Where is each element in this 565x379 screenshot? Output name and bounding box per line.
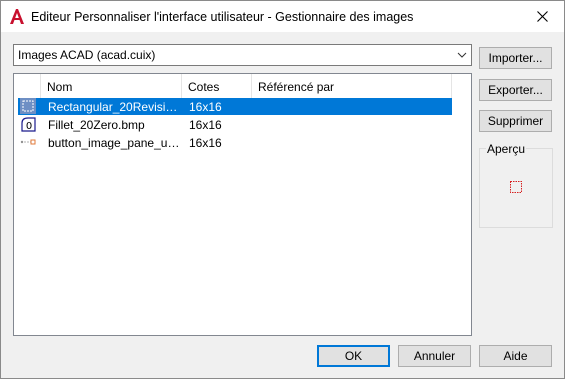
image-size: 16x16: [189, 136, 222, 150]
revision-cloud-icon: [510, 181, 522, 193]
image-name: Rectangular_20Revision...: [48, 100, 180, 114]
delete-button[interactable]: Supprimer: [479, 110, 552, 132]
export-button[interactable]: Exporter...: [479, 79, 552, 101]
preview-group: Aperçu: [479, 142, 553, 228]
list-item[interactable]: 0 Fillet_20Zero.bmp 16x16: [18, 116, 452, 133]
column-header-referenced-by[interactable]: Référencé par: [252, 74, 452, 98]
help-button[interactable]: Aide: [479, 345, 552, 367]
autocad-logo-icon: [10, 9, 24, 24]
column-header-icon[interactable]: [14, 74, 41, 98]
title-bar: Editeur Personnaliser l'interface utilis…: [1, 1, 564, 32]
close-icon: [536, 11, 548, 22]
chevron-down-icon: [457, 52, 467, 58]
image-list[interactable]: Nom Cotes Référencé par Rectangular_20Re…: [13, 73, 472, 336]
list-header: Nom Cotes Référencé par: [14, 74, 471, 98]
preview-label: Aperçu: [486, 142, 527, 156]
fillet-zero-icon: 0: [21, 117, 36, 132]
image-name: Fillet_20Zero.bmp: [48, 118, 145, 132]
pane-button-icon: [20, 139, 36, 145]
cancel-button[interactable]: Annuler: [398, 345, 471, 367]
image-size: 16x16: [189, 118, 222, 132]
window-title: Editeur Personnaliser l'interface utilis…: [31, 10, 414, 24]
list-item[interactable]: button_image_pane_use... 16x16: [18, 134, 452, 151]
image-manager-dialog: Editeur Personnaliser l'interface utilis…: [0, 0, 565, 379]
column-header-size[interactable]: Cotes: [182, 74, 252, 98]
revision-cloud-icon: [20, 98, 36, 114]
ok-button[interactable]: OK: [317, 345, 390, 367]
list-item[interactable]: Rectangular_20Revision... 16x16: [18, 98, 452, 115]
image-file-dropdown[interactable]: Images ACAD (acad.cuix): [13, 44, 472, 66]
dropdown-selected-value: Images ACAD (acad.cuix): [18, 48, 156, 62]
svg-text:0: 0: [26, 121, 32, 132]
import-button[interactable]: Importer...: [479, 47, 552, 69]
image-name: button_image_pane_use...: [48, 136, 180, 150]
close-button[interactable]: [520, 1, 564, 32]
image-size: 16x16: [189, 100, 222, 114]
column-header-name[interactable]: Nom: [41, 74, 182, 98]
